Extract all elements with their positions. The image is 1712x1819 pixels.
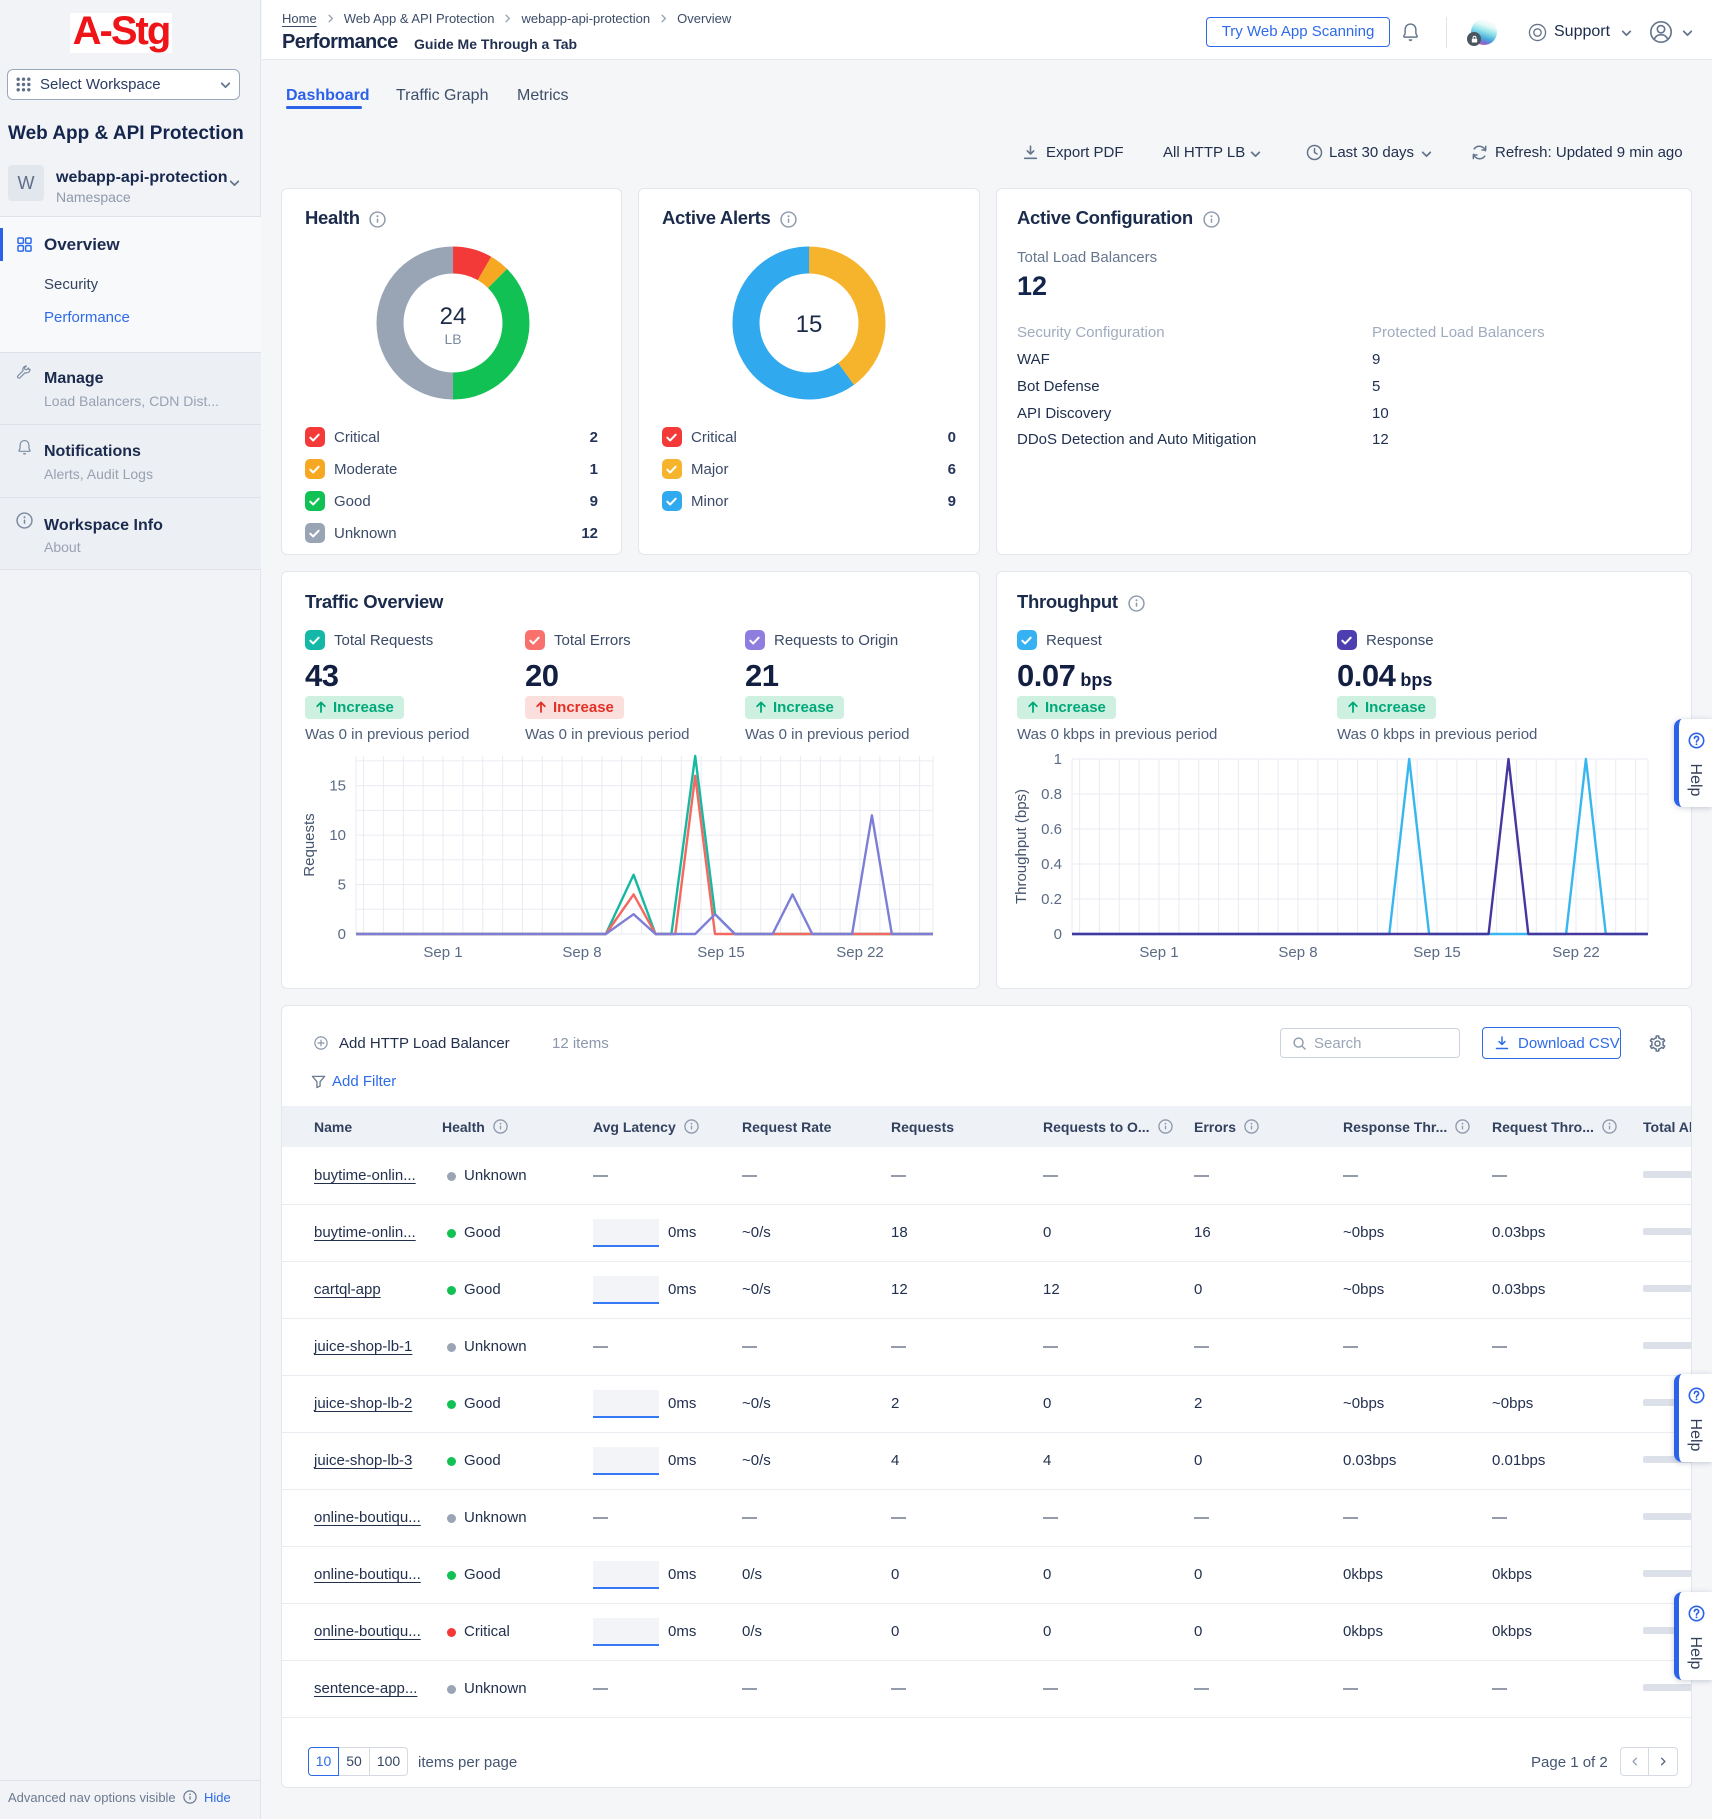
svg-text:0.4: 0.4	[1041, 856, 1062, 873]
svg-text:Sep 8: Sep 8	[562, 944, 601, 961]
svg-text:0.6: 0.6	[1041, 821, 1062, 838]
svg-text:Sep 22: Sep 22	[836, 944, 884, 961]
svg-text:Sep 22: Sep 22	[1552, 944, 1600, 961]
svg-text:15: 15	[329, 778, 346, 795]
svg-text:1: 1	[1054, 751, 1062, 768]
svg-text:Sep 1: Sep 1	[423, 944, 462, 961]
svg-text:Sep 8: Sep 8	[1278, 944, 1317, 961]
svg-text:0.2: 0.2	[1041, 891, 1062, 908]
svg-text:Sep 15: Sep 15	[1413, 944, 1461, 961]
svg-text:Throughput (bps): Throughput (bps)	[1013, 789, 1030, 904]
svg-text:Sep 15: Sep 15	[697, 944, 745, 961]
svg-text:10: 10	[329, 827, 346, 844]
svg-text:0: 0	[1054, 926, 1062, 943]
svg-text:0.8: 0.8	[1041, 786, 1062, 803]
svg-text:Requests: Requests	[301, 813, 318, 876]
svg-text:Sep 1: Sep 1	[1139, 944, 1178, 961]
svg-text:5: 5	[338, 877, 346, 894]
svg-text:0: 0	[338, 926, 346, 943]
